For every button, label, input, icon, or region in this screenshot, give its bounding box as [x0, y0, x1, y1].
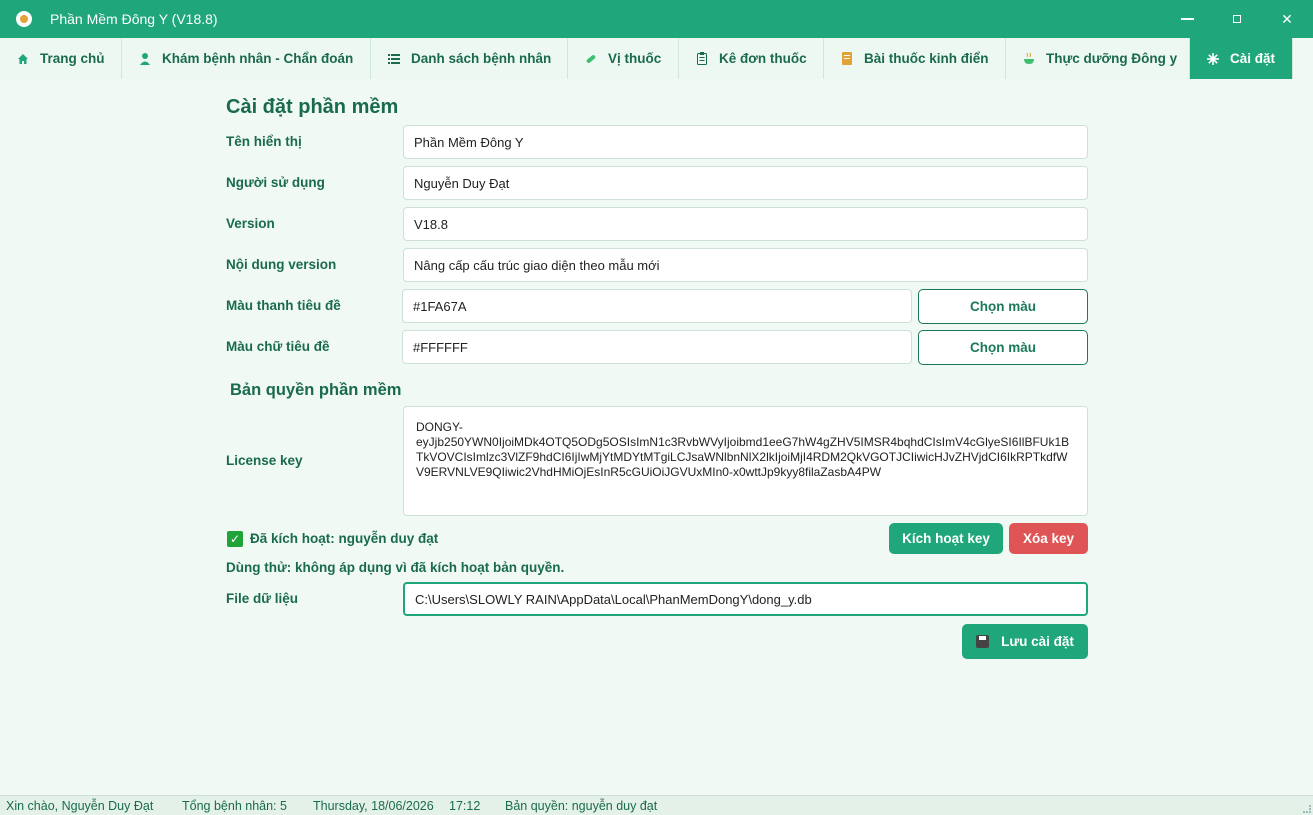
user-input[interactable]: Nguyễn Duy Đạt — [403, 166, 1088, 200]
license-key-textarea[interactable]: DONGY- eyJjb250YWN0IjoiMDk4OTQ5ODg5OSIsI… — [403, 406, 1088, 516]
tab-classic-remedies[interactable]: Bài thuốc kinh điển — [824, 38, 1006, 79]
save-settings-label: Lưu cài đặt — [1001, 634, 1074, 649]
tab-home[interactable]: Trang chủ — [0, 38, 122, 79]
pill-icon — [584, 52, 598, 66]
title-bar: Phần Mềm Đông Y (V18.8) ✕ — [0, 0, 1313, 38]
minimize-icon — [1180, 18, 1194, 20]
trial-status: Dùng thử: không áp dụng vì đã kích hoạt … — [226, 560, 565, 575]
tab-label: Trang chủ — [40, 51, 105, 66]
tab-prescribe[interactable]: Kê đơn thuốc — [679, 38, 824, 79]
tab-label: Bài thuốc kinh điển — [864, 51, 989, 66]
data-file-input[interactable]: C:\Users\SLOWLY RAIN\AppData\Local\PhanM… — [403, 582, 1088, 616]
status-time: 17:12 — [449, 799, 481, 813]
license-section-title: Bản quyền phần mềm — [230, 381, 402, 399]
save-settings-button[interactable]: Lưu cài đặt — [962, 624, 1088, 659]
display-name-label: Tên hiển thị — [226, 134, 302, 149]
gear-icon — [1206, 52, 1220, 66]
title-bar-color-label: Màu thanh tiêu đề — [226, 298, 341, 313]
license-key-label: License key — [226, 453, 303, 468]
title-text-color-input[interactable]: #FFFFFF — [402, 330, 912, 364]
tab-label: Khám bệnh nhân - Chẩn đoán — [162, 51, 354, 66]
display-name-input[interactable]: Phần Mềm Đông Y — [403, 125, 1088, 159]
delete-key-button[interactable]: Xóa key — [1009, 523, 1088, 554]
tab-herbs[interactable]: Vị thuốc — [568, 38, 679, 79]
maximize-button[interactable] — [1212, 0, 1262, 38]
version-notes-label: Nội dung version — [226, 257, 337, 272]
status-patient-count: Tổng bệnh nhân: 5 — [182, 799, 287, 813]
floppy-disk-icon — [976, 635, 990, 648]
tab-bar: Trang chủ Khám bệnh nhân - Chẩn đoán Dan… — [0, 38, 1313, 79]
pick-title-text-color-button[interactable]: Chọn màu — [918, 330, 1088, 365]
status-date: Thursday, 18/06/2026 — [313, 799, 434, 813]
tab-patient-list[interactable]: Danh sách bệnh nhân — [371, 38, 568, 79]
tab-label: Cài đặt — [1230, 51, 1276, 66]
book-icon — [840, 52, 854, 66]
title-bar-color-input[interactable]: #1FA67A — [402, 289, 912, 323]
maximize-icon — [1233, 15, 1241, 23]
doctor-icon — [138, 52, 152, 66]
version-input[interactable]: V18.8 — [403, 207, 1088, 241]
activation-status: Đã kích hoạt: nguyễn duy đạt — [250, 531, 439, 546]
home-icon — [16, 52, 30, 66]
clipboard-icon — [695, 52, 709, 66]
bowl-icon — [1022, 52, 1036, 66]
status-license: Bản quyền: nguyễn duy đạt — [505, 799, 658, 813]
pick-title-bar-color-button[interactable]: Chọn màu — [918, 289, 1088, 324]
tab-diet[interactable]: Thực dưỡng Đông y — [1006, 38, 1190, 79]
tab-label: Kê đơn thuốc — [719, 51, 807, 66]
version-notes-input[interactable]: Nâng cấp cấu trúc giao diện theo mẫu mới — [403, 248, 1088, 282]
app-logo-icon — [16, 11, 32, 27]
close-button[interactable]: ✕ — [1262, 0, 1312, 38]
minimize-button[interactable] — [1162, 0, 1212, 38]
version-label: Version — [226, 216, 275, 231]
status-greeting: Xin chào, Nguyễn Duy Đạt — [6, 799, 154, 813]
tab-label: Thực dưỡng Đông y — [1046, 51, 1178, 66]
activate-key-button[interactable]: Kích hoạt key — [889, 523, 1003, 554]
user-label: Người sử dụng — [226, 175, 325, 190]
tab-label: Danh sách bệnh nhân — [411, 51, 552, 66]
resize-grip[interactable] — [1303, 805, 1311, 813]
data-file-label: File dữ liệu — [226, 591, 299, 606]
activated-check-icon: ✓ — [227, 531, 243, 547]
tab-examine[interactable]: Khám bệnh nhân - Chẩn đoán — [122, 38, 371, 79]
tab-label: Vị thuốc — [608, 51, 662, 66]
tab-settings[interactable]: Cài đặt — [1190, 38, 1293, 79]
close-icon: ✕ — [1281, 10, 1293, 27]
page-title: Cài đặt phần mềm — [226, 96, 399, 118]
title-text-color-label: Màu chữ tiêu đề — [226, 339, 330, 354]
app-title: Phần Mềm Đông Y (V18.8) — [50, 11, 218, 27]
list-icon — [387, 52, 401, 66]
status-bar: Xin chào, Nguyễn Duy Đạt Tổng bệnh nhân:… — [0, 795, 1313, 815]
